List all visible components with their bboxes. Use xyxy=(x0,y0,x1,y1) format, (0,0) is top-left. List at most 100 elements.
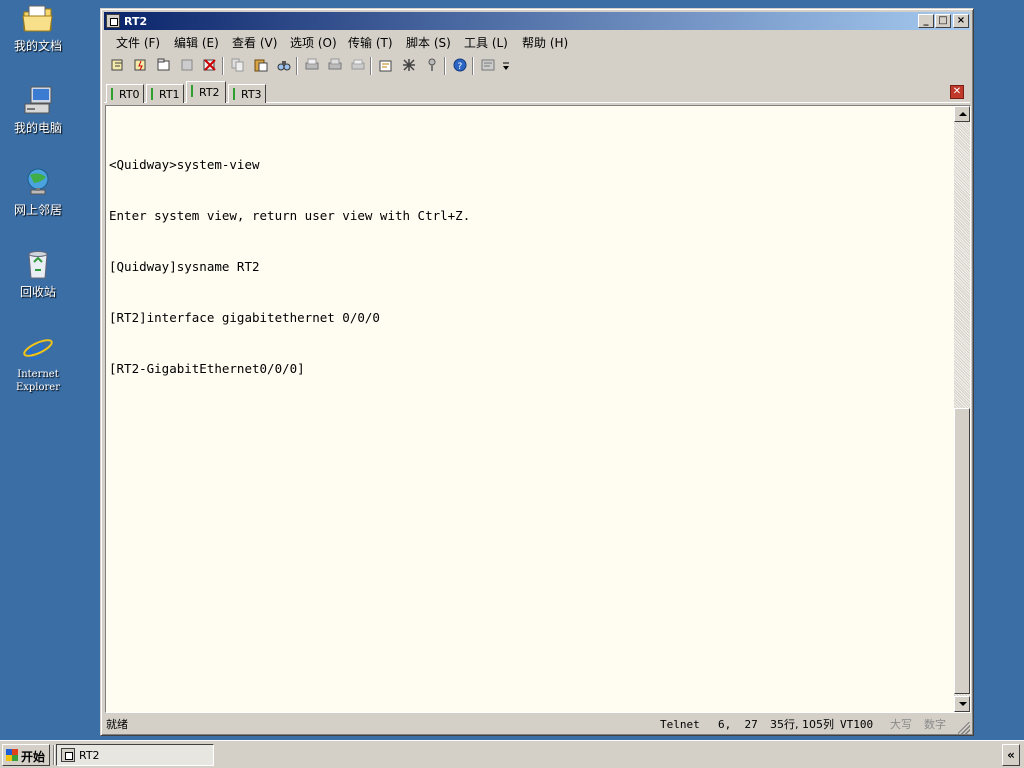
toolbar-separator xyxy=(444,57,446,75)
window-title: RT2 xyxy=(124,15,148,28)
desktop-icon-network[interactable]: 网上邻居 xyxy=(2,166,74,217)
quick-connect-icon[interactable] xyxy=(131,55,151,75)
close-tab-button[interactable]: ✕ xyxy=(950,85,964,99)
scroll-down-button[interactable] xyxy=(954,696,970,712)
toolbar-overflow-icon[interactable] xyxy=(500,55,512,75)
keymap-icon[interactable] xyxy=(422,55,442,75)
tab-rt1[interactable]: RT1 xyxy=(146,84,184,103)
status-cursor-position: 6, 27 xyxy=(718,718,758,731)
tab-status-mark xyxy=(191,85,193,97)
tab-label: RT3 xyxy=(241,88,262,101)
desktop-icon-label-line: Explorer xyxy=(15,382,61,393)
menu-help[interactable]: 帮助 (H) xyxy=(522,34,568,51)
desktop-icon-label: 我的电脑 xyxy=(13,121,62,135)
tab-rt2[interactable]: RT2 xyxy=(186,81,226,103)
recycle-bin-icon xyxy=(21,248,55,282)
scroll-up-button[interactable] xyxy=(954,106,970,122)
toolbar-separator xyxy=(370,57,372,75)
desktop-icon-recycle-bin[interactable]: 回收站 xyxy=(2,248,74,299)
svg-text:?: ? xyxy=(458,62,463,72)
toolbar-separator xyxy=(296,57,298,75)
scrollbar-thumb[interactable] xyxy=(954,408,970,694)
help-icon[interactable]: ? xyxy=(450,55,470,75)
status-num-lock: 数字 xyxy=(924,718,946,731)
menu-tools[interactable]: 工具 (L) xyxy=(464,34,508,51)
status-ready: 就绪 xyxy=(106,718,128,731)
desktop-icon-my-documents[interactable]: 我的文档 xyxy=(2,2,74,53)
window-app-icon xyxy=(61,748,75,762)
print-icon[interactable] xyxy=(302,55,322,75)
vertical-scrollbar[interactable] xyxy=(954,106,970,712)
toolbar: ? xyxy=(104,53,970,79)
paste-icon[interactable] xyxy=(251,55,271,75)
close-button[interactable]: × xyxy=(953,14,969,28)
chat-window-icon[interactable] xyxy=(478,55,498,75)
tab-rt3[interactable]: RT3 xyxy=(228,84,266,103)
taskbar-item-label: RT2 xyxy=(79,749,100,762)
folder-documents-icon xyxy=(21,2,55,36)
desktop-icon-label: 我的文档 xyxy=(13,39,62,53)
tray-expand-button[interactable]: « xyxy=(1002,744,1020,766)
status-caps-lock: 大写 xyxy=(890,718,912,731)
desktop-icon-internet-explorer[interactable]: e Internet Explorer xyxy=(2,330,74,394)
session-tab-bar: RT0 RT1 RT2 RT3 ✕ xyxy=(104,81,970,103)
network-icon xyxy=(21,166,55,200)
terminal-line: [RT2]interface gigabitethernet 0/0/0 xyxy=(109,310,380,325)
status-emulation: VT100 xyxy=(840,718,874,731)
taskbar: 开始 RT2 « xyxy=(0,740,1024,768)
status-bar: 就绪 Telnet 6, 27 35行, 105列 VT100 大写 数字 xyxy=(104,715,970,734)
menu-options[interactable]: 选项 (O) xyxy=(290,34,337,51)
print-screen-icon[interactable] xyxy=(348,55,368,75)
internet-explorer-icon: e xyxy=(21,330,55,367)
windows-logo-icon xyxy=(6,749,18,761)
toolbar-separator xyxy=(472,57,474,75)
taskbar-item-rt2[interactable]: RT2 xyxy=(56,744,214,766)
reconnect-icon[interactable] xyxy=(177,55,197,75)
title-bar[interactable]: RT2 _ □ × xyxy=(104,12,970,30)
terminal-line: [RT2-GigabitEthernet0/0/0] xyxy=(109,361,305,376)
terminal-area[interactable]: <Quidway>system-view Enter system view, … xyxy=(105,105,971,713)
tab-status-mark xyxy=(233,88,235,100)
menu-file[interactable]: 文件 (F) xyxy=(116,34,160,51)
connect-icon[interactable] xyxy=(108,55,128,75)
toolbar-separator xyxy=(222,57,224,75)
arrow-up-icon xyxy=(959,112,967,116)
arrow-down-icon xyxy=(959,702,967,706)
terminal-output: <Quidway>system-view Enter system view, … xyxy=(109,122,470,411)
status-terminal-size: 35行, 105列 xyxy=(770,718,834,731)
global-options-icon[interactable] xyxy=(399,55,419,75)
computer-icon xyxy=(21,84,55,118)
terminal-line: <Quidway>system-view xyxy=(109,157,260,172)
find-icon[interactable] xyxy=(274,55,294,75)
terminal-line: Enter system view, return user view with… xyxy=(109,208,471,223)
tab-label: RT0 xyxy=(119,88,140,101)
taskbar-separator xyxy=(53,745,55,765)
desktop-icon-label-line: Internet xyxy=(17,369,59,380)
minimize-button[interactable]: _ xyxy=(918,14,934,28)
tab-rt0[interactable]: RT0 xyxy=(106,84,144,103)
tab-label: RT1 xyxy=(159,88,180,101)
connect-in-tab-icon[interactable] xyxy=(154,55,174,75)
resize-grip[interactable] xyxy=(958,722,970,734)
disconnect-icon[interactable] xyxy=(200,55,220,75)
desktop-icon-my-computer[interactable]: 我的电脑 xyxy=(2,84,74,135)
terminal-line: [Quidway]sysname RT2 xyxy=(109,259,260,274)
menu-script[interactable]: 脚本 (S) xyxy=(406,34,451,51)
menu-transfer[interactable]: 传输 (T) xyxy=(348,34,393,51)
desktop-icon-label: 回收站 xyxy=(19,285,56,299)
maximize-button[interactable]: □ xyxy=(935,14,951,28)
menu-view[interactable]: 查看 (V) xyxy=(232,34,277,51)
start-label: 开始 xyxy=(21,750,46,764)
desktop-icon-label: Internet Explorer xyxy=(2,368,74,394)
tab-status-mark xyxy=(151,88,153,100)
tab-label: RT2 xyxy=(199,86,220,99)
start-button[interactable]: 开始 xyxy=(2,744,50,766)
menu-bar: 文件 (F) 编辑 (E) 查看 (V) 选项 (O) 传输 (T) 脚本 (S… xyxy=(104,31,970,51)
status-protocol: Telnet xyxy=(660,718,700,731)
menu-edit[interactable]: 编辑 (E) xyxy=(174,34,219,51)
window-app-icon[interactable] xyxy=(106,14,120,28)
print-setup-icon[interactable] xyxy=(325,55,345,75)
tab-status-mark xyxy=(111,88,113,100)
copy-icon[interactable] xyxy=(228,55,248,75)
session-options-icon[interactable] xyxy=(376,55,396,75)
